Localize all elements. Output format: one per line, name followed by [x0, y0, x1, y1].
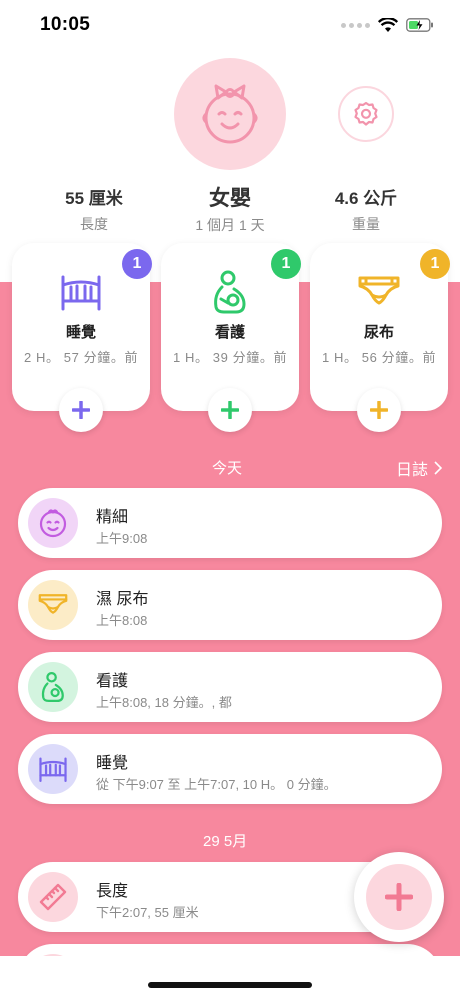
add-entry-fab[interactable] [354, 852, 444, 942]
entry-title: 精細 [96, 509, 129, 526]
tracker-badge: 1 [122, 249, 152, 279]
tracker-title: 尿布 [363, 324, 394, 341]
entry-title: 長度 [96, 883, 129, 900]
tracker-subtitle: 1 H。 39 分鐘。前 [172, 350, 288, 365]
nursing-icon [214, 270, 246, 314]
length-label: 長度 [80, 216, 108, 232]
baby-name: 女嬰 [209, 187, 251, 210]
baby-age: 1 個月 1 天 [195, 217, 265, 233]
baby-face-icon [39, 509, 67, 538]
plus-icon [221, 401, 239, 419]
nursing-icon [41, 671, 64, 703]
diaper-icon [358, 276, 400, 305]
log-entry-wet-diaper[interactable]: 濕 尿布 上午8:08 [18, 570, 442, 640]
tracker-subtitle: 2 H。 57 分鐘。前 [23, 350, 139, 365]
tracker-card-sleep[interactable]: 睡覺 2 H。 57 分鐘。前 1 [12, 243, 152, 411]
ruler-icon [39, 883, 67, 911]
baby-avatar[interactable] [174, 58, 286, 170]
name-stat: 女嬰 1 個月 1 天 [160, 182, 300, 235]
entry-icon-bg [28, 662, 78, 712]
fab-inner [366, 864, 432, 930]
tracker-badge: 1 [271, 249, 301, 279]
crib-icon [61, 275, 101, 311]
plus-icon [385, 883, 413, 911]
crib-icon [39, 757, 67, 782]
tracker-title: 看護 [214, 324, 245, 341]
weight-value: 4.6 公斤 [334, 189, 398, 208]
bottom-safe-area [0, 956, 460, 996]
entry-icon-bg [28, 498, 78, 548]
plus-icon [72, 401, 90, 419]
entry-subtitle: 下午2:07, 55 厘米 [96, 905, 199, 920]
entry-title: 看護 [96, 673, 129, 690]
log-link-label: 日誌 [395, 462, 428, 479]
add-nursing-button[interactable] [208, 388, 252, 432]
chevron-right-icon [434, 461, 442, 475]
entry-icon-bg [28, 872, 78, 922]
log-link[interactable]: 日誌 [396, 456, 442, 480]
length-value: 55 厘米 [65, 189, 123, 208]
entry-subtitle: 上午9:08 [96, 531, 148, 546]
diaper-icon [38, 594, 68, 614]
entry-subtitle: 上午8:08, 18 分鐘。, 都 [96, 695, 232, 710]
weight-label: 重量 [352, 216, 380, 232]
today-section-title: 今天 [212, 460, 243, 477]
weight-stat: 4.6 公斤 重量 [296, 184, 436, 234]
baby-girl-icon [202, 84, 258, 144]
entry-icon-bg [28, 744, 78, 794]
settings-button[interactable] [338, 86, 394, 142]
tracker-card-diaper[interactable]: 尿布 1 H。 56 分鐘。前 1 [310, 243, 450, 411]
entry-subtitle: 從 下午9:07 至 上午7:07, 10 H。 0 分鐘。 [96, 777, 337, 792]
entry-subtitle: 上午8:08 [96, 613, 148, 628]
entry-icon-bg [28, 580, 78, 630]
entry-title: 睡覺 [96, 755, 129, 772]
tracker-title: 睡覺 [65, 324, 96, 341]
tracker-card-nursing[interactable]: 看護 1 H。 39 分鐘。前 1 [161, 243, 301, 411]
profile-header: 55 厘米 長度 女嬰 1 個月 1 天 4.6 公斤 重量 [0, 0, 460, 240]
log-entry-fine[interactable]: 精細 上午9:08 [18, 488, 442, 558]
add-diaper-button[interactable] [357, 388, 401, 432]
tracker-badge: 1 [420, 249, 450, 279]
home-indicator[interactable] [148, 982, 312, 988]
past-section-title: 29 5月 [203, 833, 248, 850]
entry-title: 濕 尿布 [96, 591, 149, 608]
length-stat: 55 厘米 長度 [24, 184, 164, 234]
tracker-subtitle: 1 H。 56 分鐘。前 [321, 350, 437, 365]
add-sleep-button[interactable] [59, 388, 103, 432]
plus-icon [370, 401, 388, 419]
gear-icon [354, 101, 378, 126]
log-entry-sleep[interactable]: 睡覺 從 下午9:07 至 上午7:07, 10 H。 0 分鐘。 [18, 734, 442, 804]
log-entry-nursing[interactable]: 看護 上午8:08, 18 分鐘。, 都 [18, 652, 442, 722]
